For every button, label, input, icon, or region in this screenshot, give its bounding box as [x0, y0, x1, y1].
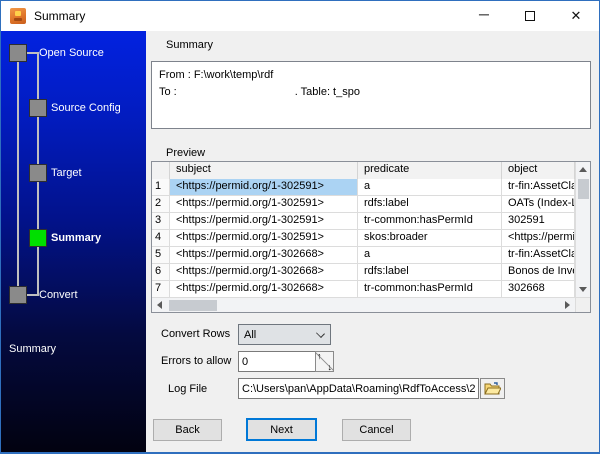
- browse-log-button[interactable]: [480, 378, 505, 399]
- subject-cell[interactable]: <https://permid.org/1-302668>: [170, 281, 358, 298]
- summary-from-line: From : F:\work\temp\rdf: [159, 69, 274, 81]
- log-file-input[interactable]: [238, 378, 479, 399]
- minimize-icon: ─: [479, 6, 489, 22]
- scroll-right-icon[interactable]: [560, 298, 575, 313]
- step-marker-summary-active: [29, 229, 47, 247]
- spinner-down-icon[interactable]: ↓: [328, 362, 333, 372]
- column-header-predicate[interactable]: predicate: [358, 162, 502, 180]
- predicate-cell[interactable]: tr-common:hasPermId: [358, 281, 502, 298]
- scroll-up-icon[interactable]: [576, 162, 591, 177]
- predicate-cell[interactable]: a: [358, 179, 502, 196]
- window-title: Summary: [34, 9, 86, 23]
- app-icon: [10, 8, 26, 24]
- object-cell[interactable]: 302591: [502, 213, 575, 230]
- row-number-cell[interactable]: 7: [152, 281, 170, 298]
- next-button[interactable]: Next: [246, 418, 317, 441]
- object-cell[interactable]: <https://permid: [502, 230, 575, 247]
- convert-rows-value: All: [244, 328, 257, 341]
- step-marker-target: [29, 164, 47, 182]
- row-number-cell[interactable]: 1: [152, 179, 170, 196]
- subject-cell[interactable]: <https://permid.org/1-302591>: [170, 230, 358, 247]
- errors-to-allow-label: Errors to allow: [161, 355, 232, 367]
- step-marker-open-source: [9, 44, 27, 62]
- subject-cell[interactable]: <https://permid.org/1-302591>: [170, 179, 358, 196]
- table-body: subject predicate object 1 <https://permi…: [152, 162, 575, 298]
- object-cell[interactable]: Bonos de Invers: [502, 264, 575, 281]
- minimize-button[interactable]: ─: [461, 1, 507, 31]
- object-cell[interactable]: 302668: [502, 281, 575, 298]
- summary-to-label: To :: [159, 86, 177, 98]
- preview-table: subject predicate object 1 <https://permi…: [151, 161, 591, 313]
- predicate-cell[interactable]: rdfs:label: [358, 196, 502, 213]
- title-bar: Summary ─ ✕: [1, 1, 599, 31]
- predicate-cell[interactable]: tr-common:hasPermId: [358, 213, 502, 230]
- predicate-cell[interactable]: rdfs:label: [358, 264, 502, 281]
- predicate-cell[interactable]: a: [358, 247, 502, 264]
- column-header-subject[interactable]: subject: [170, 162, 358, 180]
- sidebar-item-target: Target: [51, 167, 82, 179]
- wizard-sidebar: Open Source Source Config Target Summary…: [1, 31, 146, 452]
- step-marker-source-config: [29, 99, 47, 117]
- step-connector-line: [17, 62, 19, 288]
- step-connector-line: [27, 294, 38, 296]
- sidebar-item-convert: Convert: [39, 289, 78, 301]
- row-number-cell[interactable]: 3: [152, 213, 170, 230]
- sidebar-footer-label: Summary: [9, 343, 57, 355]
- open-folder-icon: [484, 382, 501, 395]
- close-icon: ✕: [570, 8, 582, 23]
- sidebar-item-open-source: Open Source: [39, 47, 104, 59]
- close-button[interactable]: ✕: [553, 1, 599, 31]
- subject-cell[interactable]: <https://permid.org/1-302668>: [170, 247, 358, 264]
- maximize-icon: [525, 11, 535, 21]
- step-marker-convert: [9, 286, 27, 304]
- subject-cell[interactable]: <https://permid.org/1-302591>: [170, 213, 358, 230]
- vertical-scrollbar[interactable]: [575, 162, 590, 297]
- spinner-up-icon[interactable]: ↑: [317, 351, 322, 361]
- scrollbar-corner: [575, 298, 590, 312]
- log-file-label: Log File: [168, 383, 208, 395]
- scroll-left-icon[interactable]: [152, 298, 167, 313]
- summary-group-label: Summary: [166, 39, 214, 51]
- maximize-button[interactable]: [507, 1, 553, 31]
- subject-cell[interactable]: <https://permid.org/1-302668>: [170, 264, 358, 281]
- sidebar-item-source-config: Source Config: [51, 102, 121, 114]
- scroll-down-icon[interactable]: [576, 282, 591, 297]
- step-connector-line: [27, 52, 38, 54]
- row-number-cell[interactable]: 4: [152, 230, 170, 247]
- convert-rows-label: Convert Rows: [161, 328, 231, 340]
- vertical-scroll-thumb[interactable]: [577, 179, 589, 199]
- object-cell[interactable]: tr-fin:AssetClass: [502, 179, 575, 196]
- sidebar-item-summary: Summary: [51, 232, 102, 244]
- row-number-cell[interactable]: 6: [152, 264, 170, 281]
- cancel-button[interactable]: Cancel: [342, 419, 411, 441]
- row-number-cell[interactable]: 2: [152, 196, 170, 213]
- subject-cell[interactable]: <https://permid.org/1-302591>: [170, 196, 358, 213]
- errors-spinner[interactable]: ↑ ↓: [315, 351, 334, 372]
- convert-rows-select[interactable]: All: [238, 324, 331, 345]
- object-cell[interactable]: tr-fin:AssetClass: [502, 247, 575, 264]
- summary-table-line: . Table: t_spo: [294, 86, 360, 98]
- errors-to-allow-input[interactable]: [238, 351, 316, 372]
- predicate-cell[interactable]: skos:broader: [358, 230, 502, 247]
- chevron-down-icon: [316, 329, 325, 338]
- object-cell[interactable]: OATs (Index-Lin: [502, 196, 575, 213]
- row-number-cell[interactable]: 5: [152, 247, 170, 264]
- column-header-object[interactable]: object: [502, 162, 575, 180]
- horizontal-scroll-thumb[interactable]: [169, 299, 217, 311]
- preview-group-label: Preview: [166, 147, 206, 159]
- column-header-rownum[interactable]: [152, 162, 170, 180]
- summary-text-box: From : F:\work\temp\rdf To : . Table: t_…: [151, 61, 591, 129]
- back-button[interactable]: Back: [153, 419, 222, 441]
- horizontal-scrollbar[interactable]: [152, 298, 575, 312]
- app-window: Summary ─ ✕ Open Source Source Config Ta…: [0, 0, 600, 454]
- main-panel: Summary From : F:\work\temp\rdf To : . T…: [146, 31, 599, 452]
